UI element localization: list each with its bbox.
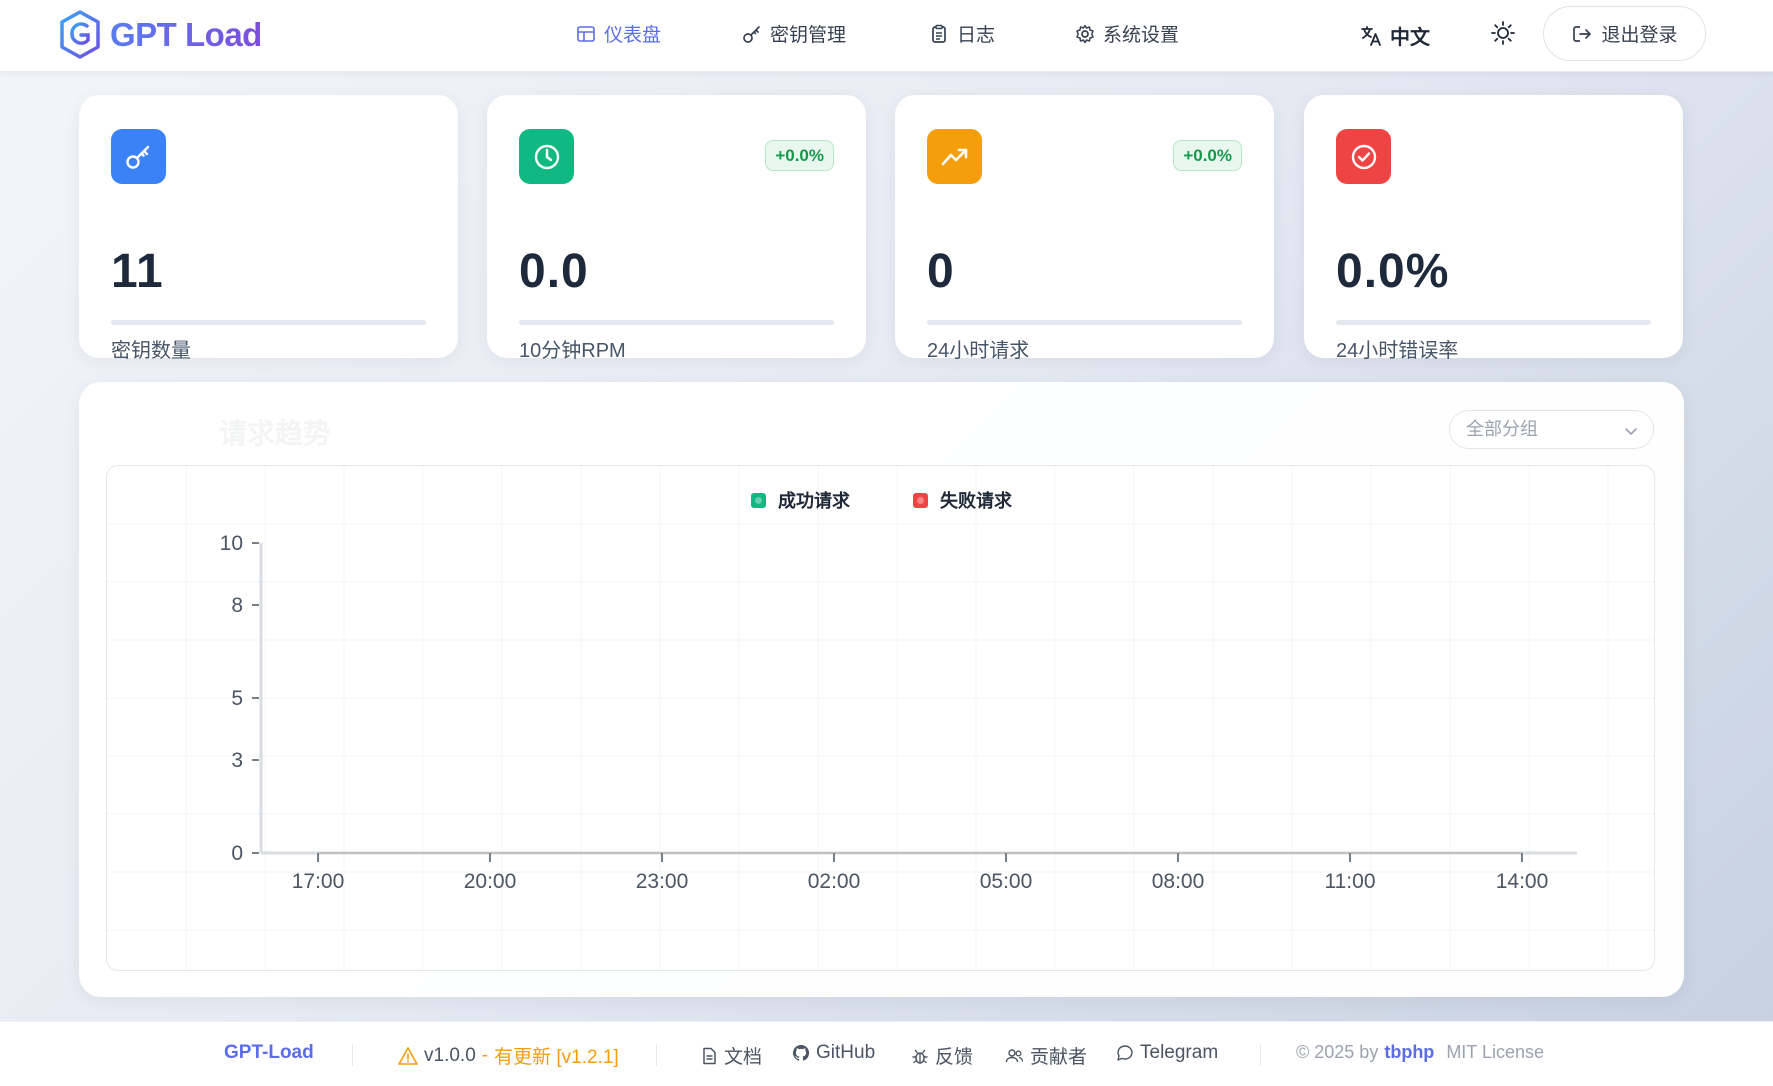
logout-label: 退出登录 — [1601, 25, 1678, 46]
footer-brand[interactable]: GPT-Load — [224, 1042, 314, 1064]
nav-key-management-label: 密钥管理 — [770, 25, 847, 46]
legend-label: 成功请求 — [778, 490, 851, 511]
stat-progress-bar — [927, 320, 1242, 325]
y-tick-label: 10 — [220, 532, 243, 555]
app-logo[interactable]: GPT Load — [58, 9, 262, 61]
stat-label: 10分钟RPM — [519, 340, 626, 362]
stat-card-requests: +0.0% 0 24小时请求 — [895, 95, 1274, 362]
check-circle-icon — [1336, 129, 1391, 184]
stat-progress-bar — [111, 320, 426, 325]
y-tick-label: 8 — [231, 594, 243, 617]
footer: GPT-Load v1.0.0 - 有更新 [v1.2.1] 文档 GitHub… — [0, 1021, 1773, 1086]
stat-value: 0.0% — [1336, 245, 1450, 298]
stat-progress-bar — [1336, 320, 1651, 325]
stat-value: 11 — [111, 245, 164, 298]
chart-panel: 请求趋势 全部分组 0 3 5 8 10 17:00 20:00 23:00 02:00 05:0… — [79, 382, 1684, 997]
x-tick-label: 11:00 — [1325, 870, 1376, 893]
trend-badge: +0.0% — [1173, 140, 1242, 171]
logout-icon — [1573, 25, 1592, 42]
trend-badge: +0.0% — [765, 140, 834, 171]
legend-label: 失败请求 — [940, 490, 1013, 511]
stat-card-error-rate: 0.0% 24小时错误率 — [1304, 95, 1683, 362]
footer-update-link[interactable]: 有更新 [v1.2.1] — [494, 1042, 619, 1069]
nav-dashboard[interactable]: 仪表盘 — [576, 20, 661, 47]
license-text: MIT License — [1446, 1042, 1545, 1062]
footer-link-contributors-label: 贡献者 — [1030, 1047, 1088, 1068]
footer-link-feedback[interactable]: 反馈 — [911, 1042, 973, 1069]
nav-logs-label: 日志 — [957, 25, 996, 46]
footer-version-number: v1.0.0 — [424, 1044, 476, 1066]
legend-swatch-dot — [755, 497, 762, 504]
users-icon — [1005, 1048, 1024, 1062]
x-tick-label: 14:00 — [1496, 870, 1549, 893]
nav-settings-label: 系统设置 — [1103, 25, 1180, 46]
x-tick-label: 20:00 — [464, 870, 517, 893]
github-icon — [792, 1044, 810, 1061]
footer-link-contributors[interactable]: 贡献者 — [1005, 1042, 1087, 1069]
document-icon — [703, 1047, 716, 1064]
logo-icon — [60, 10, 100, 59]
chevron-down-icon — [1625, 428, 1637, 435]
nav-settings[interactable]: 系统设置 — [1075, 20, 1179, 47]
app-name: GPT Load — [110, 16, 262, 53]
stat-value: 0 — [927, 245, 955, 298]
stat-card-keys: 11 密钥数量 — [79, 95, 458, 362]
footer-divider — [352, 1044, 353, 1066]
x-tick-label: 17:00 — [292, 870, 345, 893]
clock-icon — [519, 129, 574, 184]
chat-bubble-icon — [1117, 1045, 1133, 1061]
stat-card-rpm: +0.0% 0.0 10分钟RPM — [487, 95, 866, 362]
stat-label: 密钥数量 — [111, 340, 191, 362]
y-tick-label: 5 — [231, 687, 243, 710]
footer-link-github-label: GitHub — [816, 1042, 876, 1063]
trend-up-icon — [927, 129, 982, 184]
logout-button[interactable]: 退出登录 — [1543, 6, 1706, 61]
x-tick-label: 05:00 — [980, 870, 1033, 893]
stat-label: 24小时请求 — [927, 340, 1030, 362]
language-switch[interactable]: 中文 — [1360, 21, 1430, 50]
nav-dashboard-label: 仪表盘 — [604, 25, 662, 46]
footer-version-dash: - — [481, 1044, 489, 1066]
nav-logs[interactable]: 日志 — [929, 20, 995, 47]
footer-link-feedback-label: 反馈 — [935, 1047, 974, 1068]
footer-link-github[interactable]: GitHub — [792, 1042, 875, 1064]
bug-icon — [912, 1049, 928, 1064]
x-tick-label: 08:00 — [1152, 870, 1205, 893]
footer-version[interactable]: v1.0.0 - 有更新 [v1.2.1] — [398, 1042, 619, 1069]
gear-icon — [1076, 24, 1094, 43]
language-label: 中文 — [1390, 27, 1430, 49]
x-tick-label: 02:00 — [808, 870, 861, 893]
footer-link-telegram[interactable]: Telegram — [1116, 1042, 1218, 1064]
stat-value: 0.0 — [519, 245, 589, 298]
stat-progress-bar — [519, 320, 834, 325]
key-icon — [743, 25, 760, 43]
request-trend-chart: 0 3 5 8 10 17:00 20:00 23:00 02:00 05:00 08:00 11:0… — [107, 466, 1654, 970]
warning-icon — [398, 1046, 418, 1065]
legend-swatch-dot — [917, 497, 924, 504]
y-tick-label: 3 — [231, 749, 243, 772]
translate-icon — [1361, 25, 1381, 46]
chart-container: 0 3 5 8 10 17:00 20:00 23:00 02:00 05:00 08:00 11:0… — [106, 465, 1655, 971]
copyright-text: © 2025 by — [1296, 1042, 1379, 1062]
nav-key-management[interactable]: 密钥管理 — [742, 20, 846, 47]
panel-title: 请求趋势 — [219, 418, 332, 449]
author-link[interactable]: tbphp — [1384, 1042, 1434, 1063]
stat-label: 24小时错误率 — [1336, 340, 1459, 362]
clipboard-icon — [932, 24, 946, 43]
footer-link-docs[interactable]: 文档 — [700, 1042, 762, 1069]
footer-link-telegram-label: Telegram — [1140, 1042, 1219, 1063]
y-tick-label: 0 — [231, 842, 243, 865]
footer-copyright: © 2025 by tbphp MIT License — [1296, 1042, 1544, 1063]
dashboard-icon — [577, 25, 595, 42]
group-select[interactable]: 全部分组 — [1449, 410, 1654, 449]
footer-divider — [656, 1044, 657, 1066]
top-header: GPT Load 仪表盘 密钥管理 日志 系统设置 中文 退出登录 — [0, 0, 1773, 72]
footer-divider — [1260, 1044, 1261, 1066]
sun-icon[interactable] — [1490, 20, 1516, 46]
x-tick-label: 23:00 — [636, 870, 689, 893]
group-select-value: 全部分组 — [1466, 419, 1538, 439]
footer-link-docs-label: 文档 — [724, 1047, 763, 1068]
key-icon — [111, 129, 166, 184]
